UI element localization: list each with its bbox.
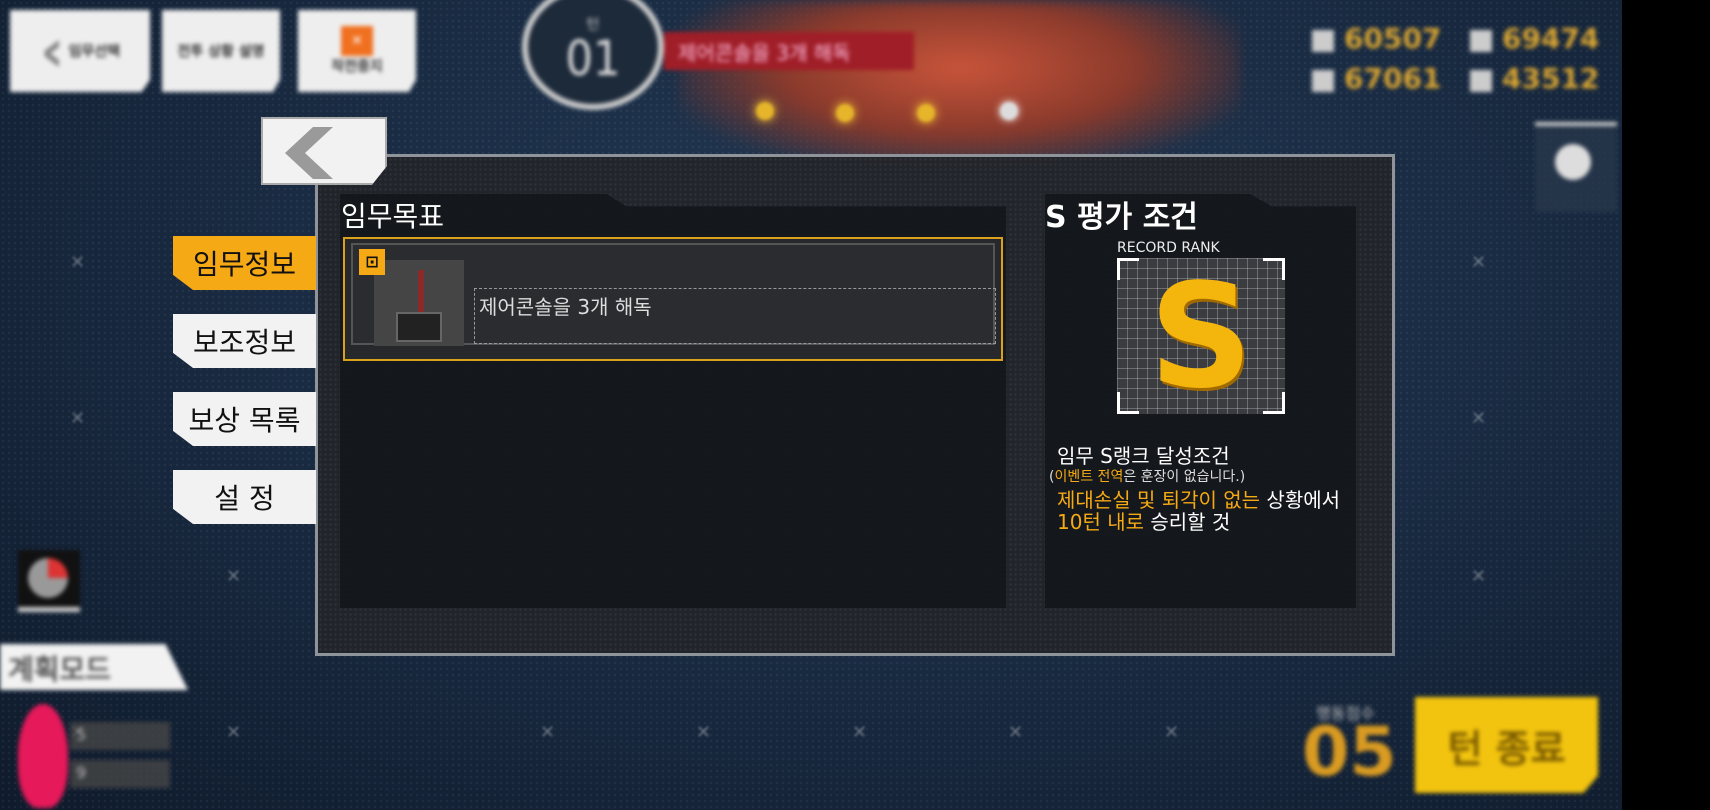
note-highlight: 이벤트 전역 [1054, 469, 1124, 485]
map-node [1000, 102, 1018, 120]
rank-letter: S [1149, 252, 1253, 420]
stat-badge: 9 [70, 760, 170, 788]
plan-mode-button[interactable]: 계획모드 [0, 644, 188, 690]
stop-mission-label: 작전중지 [331, 59, 383, 75]
clock-icon [28, 558, 68, 598]
resource-parts: 43512 [1502, 62, 1600, 95]
control-console-image [374, 260, 464, 346]
ammo-icon [1470, 30, 1492, 52]
ration-icon [1312, 70, 1334, 92]
map-overview-button[interactable] [1535, 122, 1617, 212]
objective-text: 제어콘솔을 3개 해독 [474, 288, 996, 344]
close-icon: ✕ [341, 26, 373, 56]
turn-number: 01 [565, 31, 621, 87]
map-node [836, 104, 854, 122]
manpower-icon [1312, 30, 1334, 52]
resource-ration: 67061 [1344, 62, 1442, 95]
condition-2-highlight: 10턴 내로 [1057, 510, 1145, 534]
tab-mission-info[interactable]: 임무정보 [173, 236, 316, 290]
resource-manpower: 60507 [1344, 22, 1442, 55]
objectives-title: 임무목표 [341, 200, 445, 233]
battle-info-label: 전투 상황 설명 [177, 44, 265, 60]
rank-display: S [1117, 258, 1285, 414]
s-rank-note: (이벤트 전역은 훈장이 없습니다.) [1049, 466, 1245, 486]
letterbox-bar [1622, 0, 1710, 810]
stat-badge: 5 [70, 722, 170, 750]
condition-1-rest: 상황에서 [1260, 488, 1341, 512]
mission-select-label: 임무선택 [68, 44, 121, 60]
tab-sub-info[interactable]: 보조정보 [173, 314, 316, 368]
back-arrow-icon [285, 127, 333, 179]
s-rank-title: S 평가 조건 [1045, 200, 1198, 235]
globe-icon [1555, 144, 1591, 180]
action-points-value: 05 [1302, 713, 1397, 792]
objective-card: ⊡ 제어콘솔을 3개 해독 [343, 237, 1003, 361]
map-node [756, 102, 774, 120]
flame-icon [18, 704, 68, 808]
objective-banner: 제어콘솔을 3개 해독 [664, 32, 914, 70]
note-rest: 은 훈장이 없습니다.) [1123, 469, 1246, 485]
tab-settings[interactable]: 설 정 [173, 470, 316, 524]
back-button[interactable] [261, 117, 387, 185]
objective-badge-icon: ⊡ [359, 249, 385, 275]
tab-reward-list[interactable]: 보상 목록 [173, 392, 316, 446]
mission-select-button[interactable]: ‹ 임무선택 [10, 10, 150, 92]
condition-2-rest: 승리할 것 [1144, 510, 1231, 534]
map-highlight-area [680, 0, 1240, 170]
map-node [917, 104, 935, 122]
stop-mission-button[interactable]: ✕ 작전중지 [298, 10, 416, 92]
parts-icon [1470, 70, 1492, 92]
s-rank-condition-title: 임무 S랭크 달성조건 [1057, 444, 1230, 468]
turn-timer-button[interactable] [18, 550, 80, 612]
s-rank-condition-2: 10턴 내로 승리할 것 [1057, 506, 1230, 535]
end-turn-button[interactable]: 턴 종료 [1415, 697, 1598, 793]
resource-ammo: 69474 [1502, 22, 1600, 55]
battle-info-button[interactable]: 전투 상황 설명 [162, 10, 280, 92]
